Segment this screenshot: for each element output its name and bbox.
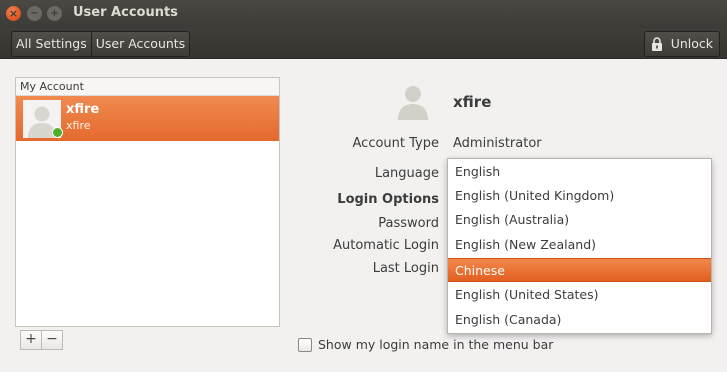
user-list-item[interactable]: xfire xfire [16, 96, 279, 141]
user-list-header: My Account [16, 78, 279, 96]
login-options-heading: Login Options [337, 192, 439, 207]
add-user-button[interactable]: + [20, 330, 42, 350]
show-login-name-option[interactable]: Show my login name in the menu bar [298, 337, 553, 352]
breadcrumb-all-settings[interactable]: All Settings [12, 32, 91, 56]
toolbar: All Settings User Accounts Unlock [0, 28, 727, 59]
breadcrumb: All Settings User Accounts [11, 31, 191, 57]
language-menu: English English (United Kingdom) English… [447, 158, 712, 334]
language-option[interactable]: English (United States) [448, 283, 711, 307]
account-name[interactable]: xfire [453, 93, 491, 111]
language-label: Language [374, 166, 439, 181]
language-option[interactable]: English (Australia) [448, 208, 711, 232]
maximize-icon[interactable]: + [47, 6, 62, 21]
remove-user-button[interactable]: − [42, 330, 63, 350]
show-login-name-checkbox[interactable] [298, 337, 312, 352]
language-option[interactable]: English (Canada) [448, 308, 711, 332]
language-option-selected[interactable]: Chinese [448, 258, 711, 282]
unlock-label: Unlock [670, 36, 713, 51]
language-option[interactable]: English (United Kingdom) [448, 184, 711, 208]
last-login-label: Last Login [372, 261, 439, 276]
online-status-icon [52, 127, 63, 138]
breadcrumb-user-accounts[interactable]: User Accounts [90, 32, 189, 56]
language-option[interactable]: English (New Zealand) [448, 233, 711, 257]
close-icon[interactable]: × [6, 6, 21, 21]
lock-icon [651, 37, 662, 51]
user-list-item-login: xfire [66, 119, 91, 132]
user-list-actions: + − [20, 330, 63, 350]
password-label: Password [378, 216, 439, 231]
account-avatar-icon[interactable] [395, 82, 431, 120]
unlock-button[interactable]: Unlock [643, 31, 720, 57]
language-option[interactable]: English [448, 160, 711, 184]
minimize-icon[interactable]: − [27, 6, 42, 21]
title-bar: × − + User Accounts [0, 0, 727, 28]
automatic-login-label: Automatic Login [333, 238, 439, 253]
user-list-panel: My Account xfire xfire [15, 77, 280, 327]
account-type-label: Account Type [352, 136, 439, 151]
window-title: User Accounts [73, 5, 178, 20]
account-type-value[interactable]: Administrator [453, 136, 542, 151]
show-login-name-label: Show my login name in the menu bar [318, 337, 554, 352]
user-list-item-name: xfire [66, 102, 100, 117]
